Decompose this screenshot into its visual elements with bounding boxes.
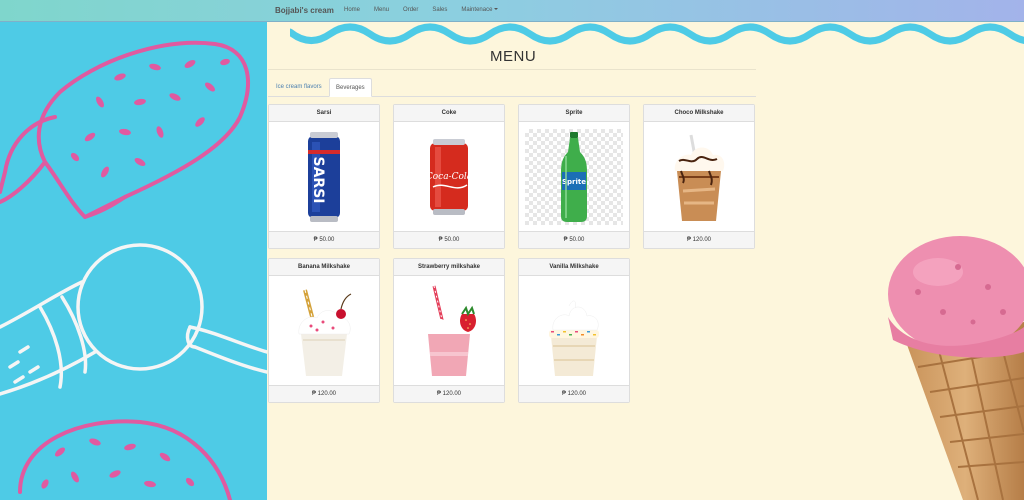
tab-ice-cream-flavors[interactable]: Ice cream flavors: [270, 78, 328, 97]
nav-sales[interactable]: Sales: [432, 7, 447, 13]
product-image: Coca-Cola: [394, 122, 504, 231]
product-price: ₱ 120.00: [519, 385, 629, 402]
svg-text:SARSI: SARSI: [310, 156, 326, 203]
product-image: [269, 276, 379, 385]
nav-menu: Home Menu Order Sales Maintenace: [344, 7, 512, 13]
product-name: Choco Milkshake: [644, 105, 754, 122]
nav-maintenance-label: Maintenace: [461, 7, 493, 13]
sarsi-can-icon: SARSI: [308, 131, 340, 222]
caret-down-icon: [494, 8, 499, 11]
product-card-sarsi[interactable]: Sarsi SARSI ₱ 50.00: [268, 104, 380, 249]
page-title: MENU: [490, 48, 537, 65]
product-name: Coke: [394, 105, 504, 122]
product-price: ₱ 50.00: [269, 231, 379, 248]
product-price: ₱ 120.00: [394, 385, 504, 402]
navbar: Bojjabi's cream Home Menu Order Sales Ma…: [0, 0, 1024, 22]
product-card-coke[interactable]: Coke Coca-Cola ₱ 50.00: [393, 104, 505, 249]
product-image: Sprite: [519, 122, 629, 231]
product-card-sprite[interactable]: Sprite Sprite ₱ 50.00: [518, 104, 630, 249]
product-image: [519, 276, 629, 385]
wave-decoration: [290, 23, 1024, 45]
transparent-background: Sprite: [525, 128, 623, 225]
bottom-sprinkles-icon: [41, 438, 195, 489]
sprinkles-doodle-icon: [70, 58, 230, 178]
coke-can-icon: Coca-Cola: [427, 138, 471, 215]
product-price: ₱ 50.00: [519, 231, 629, 248]
brand-link[interactable]: Bojjabi's cream: [275, 6, 334, 15]
product-card-choco-milkshake[interactable]: Choco Milkshake ₱ 120.00: [643, 104, 755, 249]
banana-milkshake-icon: [298, 288, 352, 376]
product-name: Strawberry milkshake: [394, 259, 504, 276]
choco-milkshake-icon: [674, 134, 725, 221]
product-card-banana-milkshake[interactable]: Banana Milkshake ₱ 120.00: [268, 258, 380, 403]
cone-doodle-icon: [0, 243, 267, 396]
product-image: [644, 122, 754, 231]
product-price: ₱ 120.00: [644, 231, 754, 248]
product-price: ₱ 120.00: [269, 385, 379, 402]
vanilla-milkshake-icon: [549, 300, 599, 376]
title-divider: [268, 69, 756, 70]
nav-maintenance-dropdown[interactable]: Maintenace: [461, 7, 499, 13]
category-tabs: Ice cream flavors Beverages: [268, 78, 756, 97]
product-card-strawberry-milkshake[interactable]: Strawberry milkshake ₱ 120.00: [393, 258, 505, 403]
tab-beverages[interactable]: Beverages: [329, 78, 372, 97]
sprite-bottle-icon: Sprite: [561, 131, 587, 222]
nav-menu-link[interactable]: Menu: [374, 7, 389, 13]
strawberry-milkshake-icon: [425, 285, 476, 376]
product-name: Banana Milkshake: [269, 259, 379, 276]
product-name: Sarsi: [269, 105, 379, 122]
product-price: ₱ 50.00: [394, 231, 504, 248]
product-image: SARSI: [269, 122, 379, 231]
ice-cream-doodle-illustration: [0, 40, 267, 500]
strawberry-cone-image: [888, 236, 1024, 500]
scoop-doodle-icon: [18, 419, 232, 500]
nav-home[interactable]: Home: [344, 7, 360, 13]
product-image: [394, 276, 504, 385]
nav-order[interactable]: Order: [403, 7, 418, 13]
left-decorative-panel: [0, 22, 267, 500]
product-name: Sprite: [519, 105, 629, 122]
product-name: Vanilla Milkshake: [519, 259, 629, 276]
product-card-vanilla-milkshake[interactable]: Vanilla Milkshake ₱ 120.00: [518, 258, 630, 403]
svg-text:Coca-Cola: Coca-Cola: [427, 172, 471, 182]
